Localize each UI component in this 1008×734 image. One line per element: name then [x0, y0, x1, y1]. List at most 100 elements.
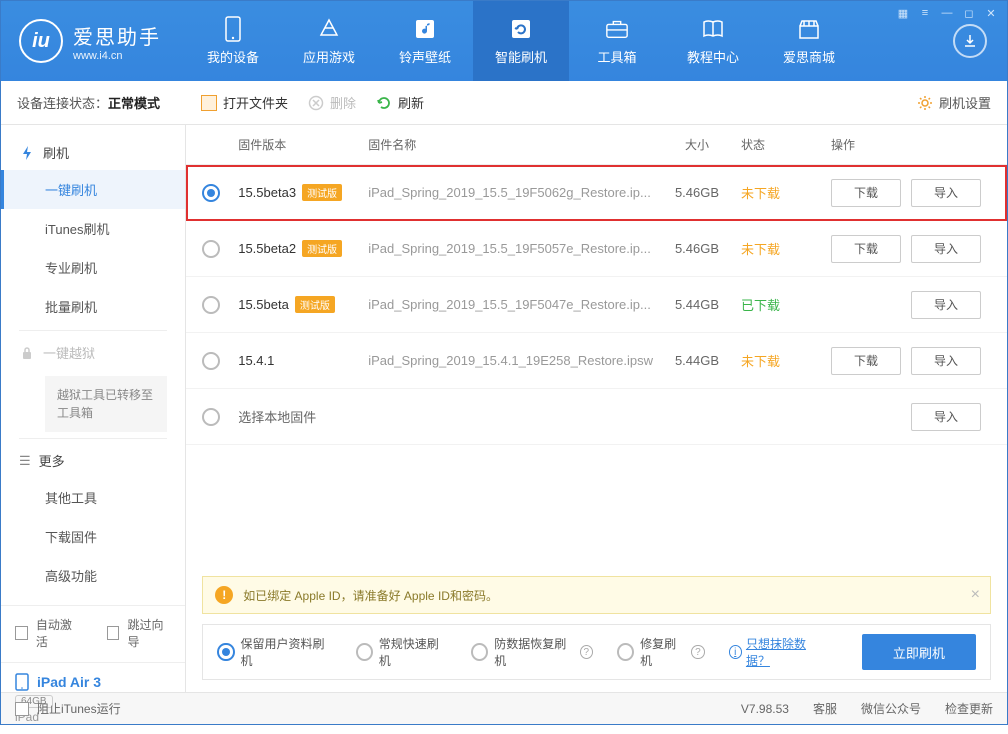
local-firmware-row[interactable]: 选择本地固件 导入	[186, 389, 1007, 445]
refresh-button[interactable]: 刷新	[376, 93, 424, 112]
flash-opt-label: 常规快速刷机	[379, 635, 447, 669]
sidebar-item-other-tools[interactable]: 其他工具	[1, 478, 185, 517]
firmware-row[interactable]: 15.5beta测试版iPad_Spring_2019_15.5_19F5047…	[186, 277, 1007, 333]
open-folder-button[interactable]: 打开文件夹	[201, 93, 288, 112]
flash-opt-quick[interactable]: 常规快速刷机	[356, 635, 447, 669]
flash-opt-anti-recovery[interactable]: 防数据恢复刷机 ?	[471, 635, 593, 669]
skip-guide-checkbox[interactable]	[107, 626, 120, 640]
firmware-filename: iPad_Spring_2019_15.5_19F5047e_Restore.i…	[368, 297, 651, 312]
check-update-link[interactable]: 检查更新	[945, 700, 993, 717]
firmware-radio[interactable]	[202, 296, 220, 314]
sidebar-head-label: 刷机	[43, 143, 69, 162]
info-icon[interactable]: ?	[691, 645, 704, 659]
download-button[interactable]: 下载	[831, 347, 901, 375]
firmware-filename: iPad_Spring_2019_15.4.1_19E258_Restore.i…	[368, 353, 653, 368]
nav-toolbox[interactable]: 工具箱	[569, 1, 665, 81]
block-itunes-checkbox[interactable]	[15, 702, 29, 716]
download-manager-button[interactable]	[953, 24, 987, 58]
firmware-radio[interactable]	[202, 184, 220, 202]
firmware-row[interactable]: 15.5beta2测试版iPad_Spring_2019_15.5_19F505…	[186, 221, 1007, 277]
block-itunes-label: 阻止iTunes运行	[37, 700, 121, 717]
erase-link-label: 只想抹除数据？	[746, 635, 826, 669]
flash-icon	[509, 17, 533, 41]
sidebar-head-more[interactable]: ☰ 更多	[1, 443, 185, 478]
nav-label: 应用游戏	[303, 47, 355, 66]
sidebar-item-download-firmware[interactable]: 下载固件	[1, 517, 185, 556]
col-ops: 操作	[831, 136, 991, 153]
sidebar-bottom-options: 自动激活 跳过向导	[1, 605, 185, 662]
col-status: 状态	[741, 136, 831, 153]
import-button[interactable]: 导入	[911, 235, 981, 263]
window-maximize-icon[interactable]: ◻	[961, 5, 977, 21]
nav-apps-games[interactable]: 应用游戏	[281, 1, 377, 81]
window-close-icon[interactable]: ✕	[983, 5, 999, 21]
nav-tutorial-center[interactable]: 教程中心	[665, 1, 761, 81]
nav-label: 智能刷机	[495, 47, 547, 66]
sidebar-item-oneclick-flash[interactable]: 一键刷机	[1, 170, 185, 209]
settings-label: 刷机设置	[939, 93, 991, 112]
flash-opt-keep-data[interactable]: 保留用户资料刷机	[217, 635, 331, 669]
device-name: iPad Air 3	[37, 674, 101, 690]
firmware-size: 5.46GB	[675, 241, 719, 256]
logo-icon: iu	[19, 19, 63, 63]
window-minimize-icon[interactable]: —	[939, 5, 955, 21]
sidebar-item-batch-flash[interactable]: 批量刷机	[1, 287, 185, 326]
import-button[interactable]: 导入	[911, 403, 981, 431]
support-link[interactable]: 客服	[813, 700, 837, 717]
table-header: 固件版本 固件名称 大小 状态 操作	[186, 125, 1007, 165]
flash-opt-repair[interactable]: 修复刷机 ?	[617, 635, 705, 669]
nav-my-device[interactable]: 我的设备	[185, 1, 281, 81]
beta-badge: 测试版	[295, 296, 335, 313]
action-label: 删除	[330, 93, 356, 112]
firmware-radio[interactable]	[202, 240, 220, 258]
sidebar-item-pro-flash[interactable]: 专业刷机	[1, 248, 185, 287]
firmware-radio[interactable]	[202, 408, 220, 426]
download-button[interactable]: 下载	[831, 179, 901, 207]
auto-activate-checkbox[interactable]	[15, 626, 28, 640]
firmware-radio[interactable]	[202, 352, 220, 370]
firmware-size: 5.46GB	[675, 185, 719, 200]
window-list-icon[interactable]: ≡	[917, 5, 933, 21]
nav-label: 爱思商城	[783, 47, 835, 66]
nav-ringtone-wallpaper[interactable]: 铃声壁纸	[377, 1, 473, 81]
status-value: 正常模式	[108, 96, 160, 111]
firmware-row[interactable]: 15.4.1iPad_Spring_2019_15.4.1_19E258_Res…	[186, 333, 1007, 389]
auto-activate-label: 自动激活	[36, 616, 80, 650]
start-flash-button[interactable]: 立即刷机	[862, 634, 976, 670]
col-size: 大小	[653, 136, 741, 153]
alert-close-button[interactable]: ×	[971, 586, 980, 604]
firmware-row[interactable]: 15.5beta3测试版iPad_Spring_2019_15.5_19F506…	[186, 165, 1007, 221]
window-grid-icon[interactable]: ▦	[895, 5, 911, 21]
sidebar-head-label: 一键越狱	[43, 343, 95, 362]
sub-action-bar: 设备连接状态：正常模式 打开文件夹 删除 刷新 刷机设置	[1, 81, 1007, 125]
sidebar-item-advanced[interactable]: 高级功能	[1, 556, 185, 595]
sidebar-item-itunes-flash[interactable]: iTunes刷机	[1, 209, 185, 248]
refresh-icon	[376, 95, 392, 111]
logo: iu 爱思助手 www.i4.cn	[1, 19, 185, 63]
toolbox-icon	[605, 17, 629, 41]
apps-icon	[317, 17, 341, 41]
nav-smart-flash[interactable]: 智能刷机	[473, 1, 569, 81]
nav-store[interactable]: 爱思商城	[761, 1, 857, 81]
firmware-status: 未下载	[741, 242, 780, 257]
local-firmware-label: 选择本地固件	[238, 410, 316, 425]
action-label: 刷新	[398, 93, 424, 112]
download-button[interactable]: 下载	[831, 235, 901, 263]
import-button[interactable]: 导入	[911, 347, 981, 375]
bolt-icon	[19, 145, 35, 161]
firmware-version: 15.5beta2	[238, 241, 296, 256]
device-info: iPad Air 3 64GB iPad	[1, 662, 185, 734]
flash-settings-button[interactable]: 刷机设置	[917, 93, 991, 112]
top-nav: 我的设备 应用游戏 铃声壁纸 智能刷机 工具箱 教程中心 爱思商城	[185, 1, 933, 81]
delete-button: 删除	[308, 93, 356, 112]
content-panel: 固件版本 固件名称 大小 状态 操作 15.5beta3测试版iPad_Spri…	[186, 125, 1007, 692]
import-button[interactable]: 导入	[911, 291, 981, 319]
import-button[interactable]: 导入	[911, 179, 981, 207]
nav-label: 我的设备	[207, 47, 259, 66]
sidebar-head-flash[interactable]: 刷机	[1, 135, 185, 170]
app-version: V7.98.53	[741, 702, 789, 716]
info-icon[interactable]: ?	[580, 645, 593, 659]
erase-data-link[interactable]: i 只想抹除数据？	[729, 635, 826, 669]
wechat-link[interactable]: 微信公众号	[861, 700, 921, 717]
status-label: 设备连接状态：	[17, 96, 108, 111]
